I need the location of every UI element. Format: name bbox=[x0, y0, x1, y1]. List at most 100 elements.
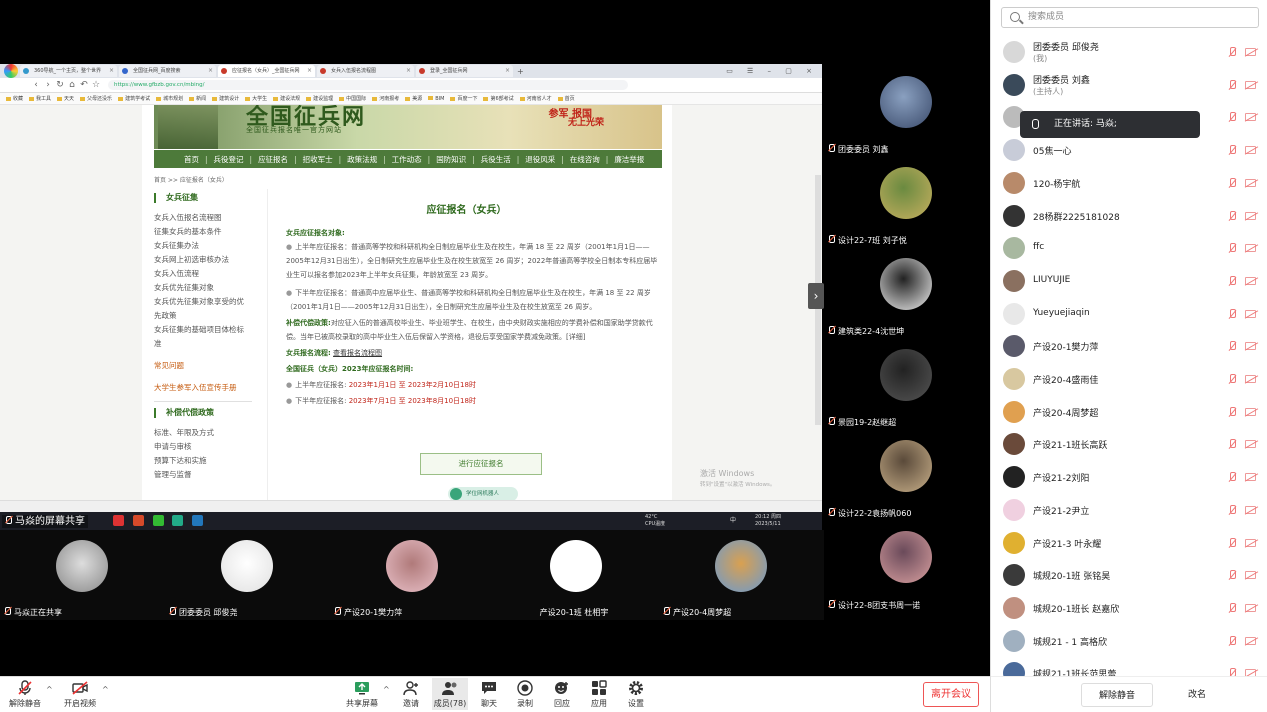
sidebar-link[interactable]: 征集女兵的基本条件 bbox=[154, 225, 252, 239]
bookmark-item[interactable]: 建筑学考试 bbox=[116, 95, 152, 102]
video-tile[interactable]: 设计22-2袁扬帆060 bbox=[824, 428, 990, 518]
camera-off-icon[interactable] bbox=[1245, 309, 1256, 318]
mic-muted-icon[interactable] bbox=[1228, 602, 1237, 614]
tab-close-icon[interactable]: × bbox=[307, 65, 312, 77]
mic-muted-icon[interactable] bbox=[1228, 374, 1237, 385]
member-row[interactable]: 团委委员 刘鑫 (主持人) bbox=[991, 69, 1267, 101]
sidebar-link[interactable]: 女兵入伍报名流程图 bbox=[154, 211, 252, 225]
share-screen-button[interactable]: 共享屏幕 bbox=[343, 680, 381, 709]
camera-off-icon[interactable] bbox=[1245, 636, 1256, 645]
home-icon[interactable]: ⌂ bbox=[66, 80, 78, 90]
bookmark-item[interactable]: 建筑设计 bbox=[210, 95, 241, 102]
reload-icon[interactable]: ↻ bbox=[54, 80, 66, 90]
member-row[interactable]: 城规21 - 1 高格欣 bbox=[991, 625, 1267, 657]
member-row[interactable]: 产设21-2尹立 bbox=[991, 494, 1267, 526]
bookmark-item[interactable]: 美源 bbox=[403, 95, 424, 102]
bookmark-item[interactable]: 父母还没乐 bbox=[78, 95, 114, 102]
video-tile[interactable]: 团委委员 刘鑫 bbox=[824, 64, 990, 154]
video-tile[interactable]: 设计22-7班 刘子悦 bbox=[824, 155, 990, 245]
mic-muted-icon[interactable] bbox=[1228, 210, 1237, 222]
sidebar-link[interactable]: 女兵征集的基础项目体检标 bbox=[154, 323, 252, 337]
audio-options-caret[interactable]: ^ bbox=[46, 685, 53, 694]
mic-muted-icon[interactable] bbox=[1228, 472, 1237, 483]
nav-item[interactable]: 工作动态 bbox=[388, 154, 426, 165]
bookmark-item[interactable]: 建设法规 bbox=[271, 95, 302, 102]
mic-muted-icon[interactable] bbox=[1228, 79, 1237, 91]
mic-muted-icon[interactable] bbox=[1228, 406, 1237, 418]
mic-muted-icon[interactable] bbox=[1228, 243, 1237, 254]
video-tile[interactable]: 产设20-4周梦超 bbox=[659, 530, 824, 620]
video-tile[interactable]: 设计22-8团支书周一诺 bbox=[824, 519, 990, 610]
member-row[interactable]: Yueyuejiaqin bbox=[991, 298, 1267, 330]
nav-item[interactable]: 政策法规 bbox=[343, 154, 381, 165]
member-row[interactable]: 产设20-4周梦超 bbox=[991, 396, 1267, 428]
browser-tab-5[interactable]: 登录_全国征兵网 × bbox=[416, 65, 513, 77]
window-controls[interactable]: ▭ ☰ – ▢ × bbox=[726, 64, 818, 78]
bookmark-item[interactable]: 河南报考 bbox=[370, 95, 401, 102]
rename-button[interactable]: 改名 bbox=[1161, 683, 1233, 707]
url-input[interactable]: https://www.gfbzb.gov.cn/mbing/ bbox=[108, 80, 628, 90]
camera-off-icon[interactable] bbox=[1245, 375, 1256, 383]
settings-button[interactable]: 设置 bbox=[623, 680, 649, 709]
camera-off-icon[interactable] bbox=[1245, 178, 1256, 187]
reaction-button[interactable]: 回应 bbox=[549, 680, 575, 709]
apps-button[interactable]: 应用 bbox=[586, 680, 612, 709]
bookmark-item[interactable]: 首页 bbox=[556, 95, 577, 102]
member-row[interactable]: 产设21-3 叶永耀 bbox=[991, 527, 1267, 559]
nav-item[interactable]: 应征报名 bbox=[254, 154, 292, 165]
handbook-link[interactable]: 大学生参军入伍宣传手册 bbox=[154, 381, 252, 395]
faq-link[interactable]: 常见问题 bbox=[154, 359, 252, 373]
bookmark-item[interactable]: 百度一下 bbox=[448, 95, 479, 102]
browser-tab-3[interactable]: 应征报名（女兵）_全国征兵网 × bbox=[218, 65, 315, 77]
member-row[interactable]: 城规20-1班长 赵嘉欣 bbox=[991, 592, 1267, 624]
leave-meeting-button[interactable]: 离开会议 bbox=[923, 682, 979, 707]
share-options-caret[interactable]: ^ bbox=[383, 685, 390, 694]
member-row[interactable]: 城规20-1班 张铭昊 bbox=[991, 559, 1267, 591]
back-icon[interactable]: ‹ bbox=[30, 80, 42, 90]
tab-close-icon[interactable]: × bbox=[406, 65, 411, 77]
member-row[interactable]: 05焦一心 bbox=[991, 134, 1267, 166]
unmute-button[interactable]: 解除静音 bbox=[6, 680, 44, 709]
sidebar-link[interactable]: 管理与监督 bbox=[154, 468, 252, 482]
member-row[interactable]: LIUYUJIE bbox=[991, 265, 1267, 297]
member-row[interactable]: ffc bbox=[991, 232, 1267, 264]
camera-off-icon[interactable] bbox=[1245, 113, 1256, 122]
video-tile[interactable]: 马焱正在共享 bbox=[0, 530, 165, 620]
bookmark-item[interactable]: 大学生 bbox=[243, 95, 269, 102]
mic-muted-icon[interactable] bbox=[1228, 439, 1237, 450]
bookmark-item[interactable]: 建设监理 bbox=[304, 95, 335, 102]
camera-off-icon[interactable] bbox=[1245, 146, 1256, 155]
camera-off-icon[interactable] bbox=[1245, 538, 1256, 547]
bookmark-item[interactable]: 第6部考试 bbox=[481, 95, 515, 102]
member-row[interactable]: 团委委员 邱俊尧 (我) bbox=[991, 36, 1267, 68]
record-button[interactable]: 录制 bbox=[512, 680, 538, 709]
chat-robot-button[interactable]: 学位网机器人 bbox=[448, 487, 518, 500]
member-row[interactable]: 28杨群2225181028 bbox=[991, 200, 1267, 232]
member-row[interactable]: 产设20-1樊力萍 bbox=[991, 330, 1267, 362]
sidebar-link[interactable]: 预算下达和实施 bbox=[154, 454, 252, 468]
sidebar-link[interactable]: 先政策 bbox=[154, 309, 252, 323]
sidebar-link[interactable]: 女兵征集办法 bbox=[154, 239, 252, 253]
bookmark-item[interactable]: 河南省人才 bbox=[518, 95, 554, 102]
mic-muted-icon[interactable] bbox=[1228, 341, 1237, 352]
mic-muted-icon[interactable] bbox=[1228, 177, 1237, 189]
apply-button[interactable]: 进行应征报名 bbox=[420, 453, 542, 475]
tab-close-icon[interactable]: × bbox=[505, 65, 510, 77]
forward-icon[interactable]: › bbox=[42, 80, 54, 90]
mic-muted-icon[interactable] bbox=[1228, 570, 1237, 581]
mic-muted-icon[interactable] bbox=[1228, 668, 1237, 676]
camera-off-icon[interactable] bbox=[1245, 473, 1256, 482]
start-video-button[interactable]: 开启视频 bbox=[60, 680, 100, 709]
nav-item[interactable]: 国防知识 bbox=[432, 154, 470, 165]
mic-muted-icon[interactable] bbox=[1228, 635, 1237, 647]
member-row[interactable]: 120-杨宇航 bbox=[991, 167, 1267, 199]
mic-muted-icon[interactable] bbox=[1228, 47, 1237, 58]
video-options-caret[interactable]: ^ bbox=[102, 685, 109, 694]
new-tab-icon[interactable]: + bbox=[517, 67, 524, 76]
sidebar-link[interactable]: 女兵优先征集对象 bbox=[154, 281, 252, 295]
bookmark-item[interactable]: 天天 bbox=[55, 95, 76, 102]
video-tile[interactable]: 产设20-1班 杜相宇 bbox=[494, 530, 659, 620]
mic-muted-icon[interactable] bbox=[1228, 275, 1237, 287]
mic-muted-icon[interactable] bbox=[1228, 145, 1237, 156]
camera-off-icon[interactable] bbox=[1245, 669, 1256, 676]
